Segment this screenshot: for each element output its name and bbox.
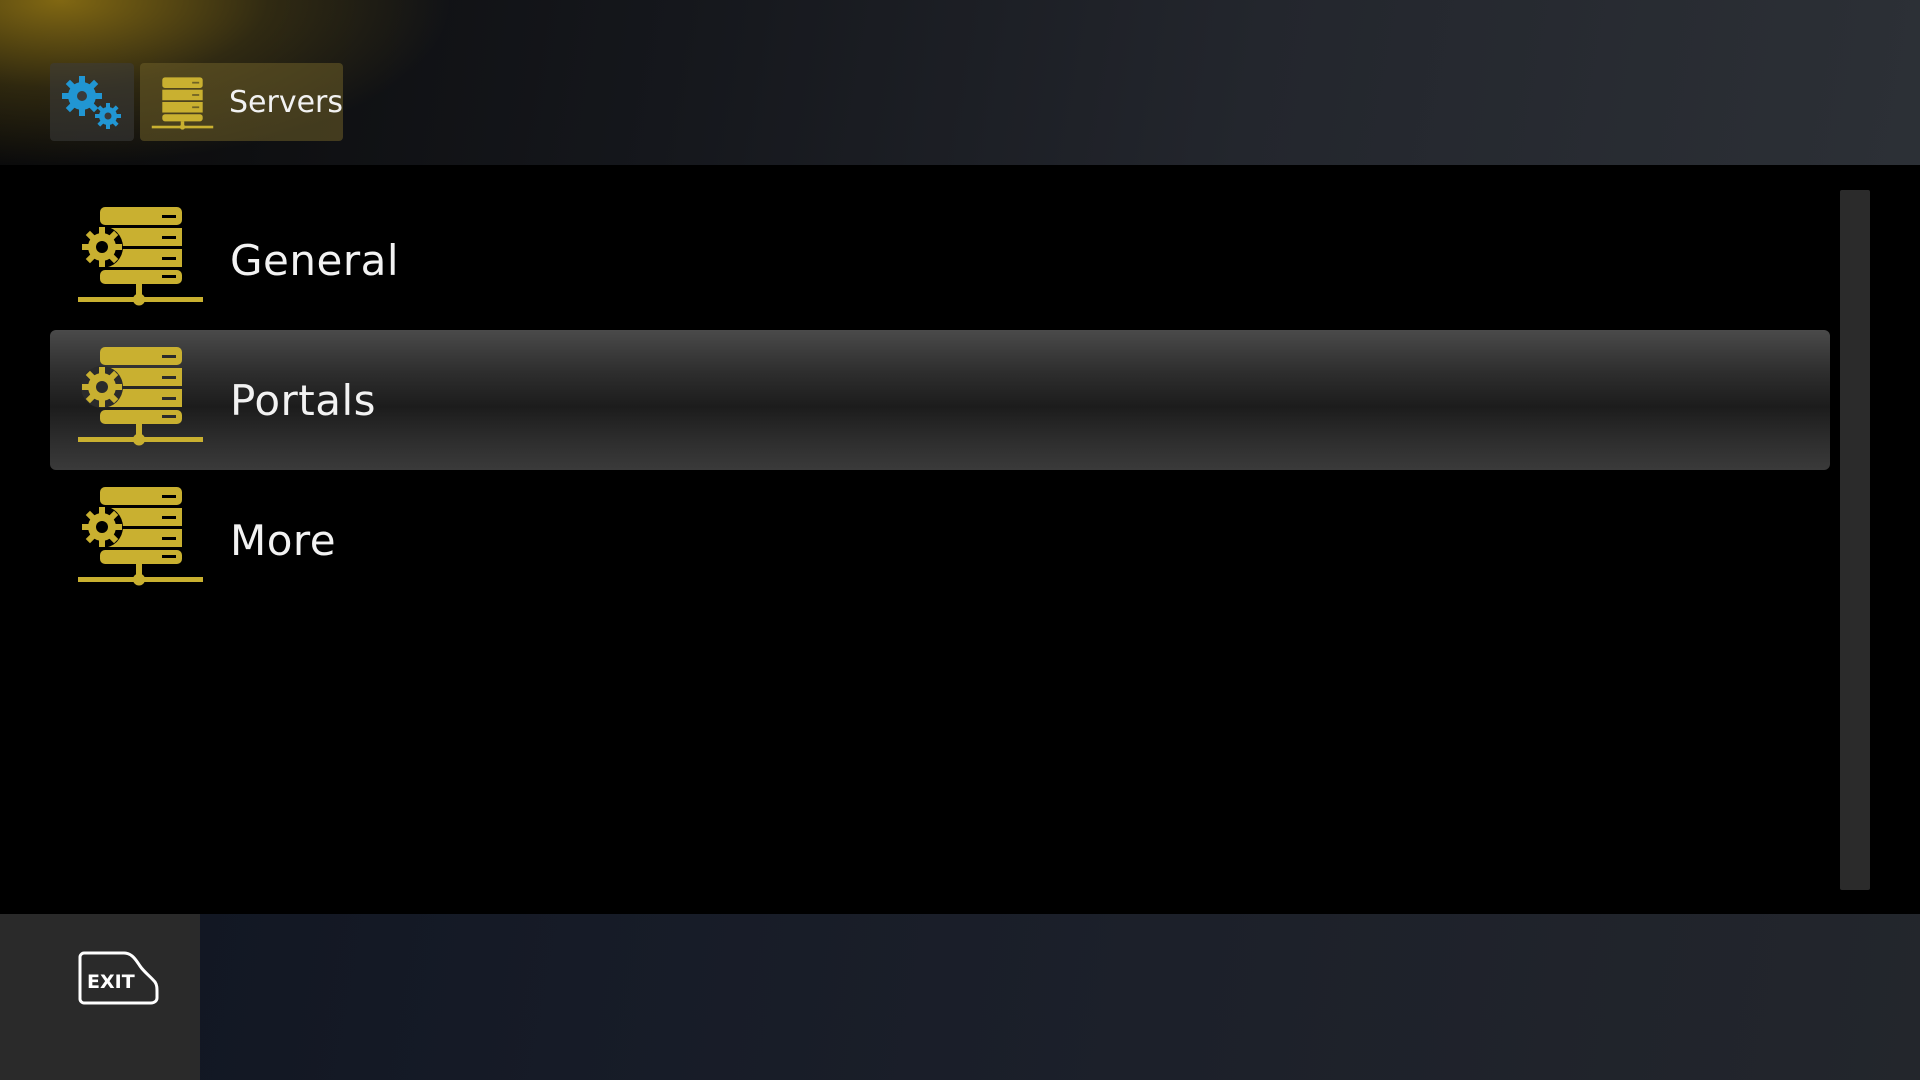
gears-icon — [62, 76, 121, 129]
menu-item-more[interactable]: More — [50, 470, 1830, 610]
server-icon — [151, 77, 214, 130]
footer-background — [0, 914, 1920, 1080]
menu-item-portals[interactable]: Portals — [50, 330, 1830, 470]
menu-item-label: General — [230, 235, 400, 285]
menu-item-label: Portals — [230, 375, 377, 425]
breadcrumb-servers[interactable]: Servers — [140, 63, 343, 141]
server-settings-icon — [78, 347, 203, 446]
exit-button[interactable]: EXIT — [78, 950, 160, 1006]
breadcrumb-label: Servers — [228, 84, 343, 120]
menu-item-general[interactable]: General — [50, 190, 1830, 330]
breadcrumb-settings[interactable] — [50, 63, 134, 141]
breadcrumb: Servers — [50, 63, 343, 141]
scrollbar[interactable] — [1840, 190, 1870, 890]
exit-label: EXIT — [87, 971, 135, 993]
server-settings-icon — [78, 207, 203, 306]
menu-item-label: More — [230, 515, 337, 565]
menu-list: General Portals More — [50, 190, 1830, 610]
server-settings-icon — [78, 487, 203, 586]
